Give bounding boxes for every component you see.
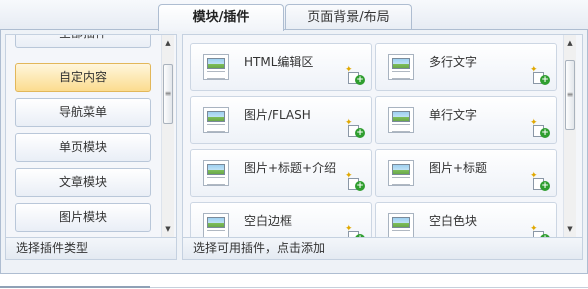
plugin-card[interactable]: 单行文字 ✦ +: [375, 96, 557, 144]
scroll-down-arrow-icon[interactable]: ▼: [162, 223, 174, 235]
add-plugin-icon[interactable]: ✦+: [530, 225, 550, 237]
plugin-panel-hint: 选择可用插件，点击添加: [183, 237, 582, 259]
category-scrollbar[interactable]: ▲ ≡ ▼: [161, 35, 174, 237]
add-plugin-icon[interactable]: ✦+: [345, 172, 365, 191]
scroll-down-arrow-icon[interactable]: ▼: [564, 223, 576, 235]
category-list: 全部插件 自定内容 导航菜单 单页模块 文章模块 图片模块: [6, 35, 161, 237]
plugin-name: HTML编辑区: [244, 55, 314, 69]
add-plugin-icon[interactable]: ✦+: [530, 172, 550, 191]
plugin-name: 图片/FLASH: [244, 108, 311, 122]
add-plugin-icon[interactable]: ✦+: [530, 66, 550, 85]
plugin-name: 空白色块: [429, 214, 478, 228]
scroll-up-arrow-icon[interactable]: ▲: [162, 37, 174, 49]
plugin-grid: HTML编辑区 ✦ + 多行文字 ✦ + 图片/FLASH ✦ + 单行文字 ✦ + 图…: [183, 35, 563, 237]
image-text-icon: [203, 54, 229, 80]
plugin-card[interactable]: 空白色块 ✦+: [375, 202, 557, 237]
tab-page-background-layout[interactable]: 页面背景/布局: [285, 4, 412, 30]
image-text-icon: [203, 160, 229, 186]
image-text-icon: [388, 213, 414, 237]
plugin-card[interactable]: 空白边框 ✦+: [190, 202, 372, 237]
category-scroll-thumb[interactable]: ≡: [163, 64, 173, 124]
image-text-icon: [388, 160, 414, 186]
plugin-card[interactable]: 图片+标题 ✦ +: [375, 149, 557, 197]
plugin-scrollbar[interactable]: ▲ ≡ ▼: [563, 35, 576, 237]
image-text-icon: [388, 54, 414, 80]
add-plugin-icon[interactable]: ✦+: [345, 119, 365, 138]
plugin-card[interactable]: HTML编辑区 ✦ +: [190, 43, 372, 91]
image-text-icon: [388, 107, 414, 133]
category-item-custom-content[interactable]: 自定内容: [15, 63, 151, 92]
tab-modules-plugins[interactable]: 模块/插件: [158, 4, 284, 31]
plugin-scroll-thumb[interactable]: ≡: [565, 60, 575, 130]
plugin-name: 单行文字: [429, 108, 478, 122]
category-item-single-page[interactable]: 单页模块: [15, 133, 151, 162]
plugin-name: 多行文字: [429, 55, 478, 69]
category-item-all-plugins[interactable]: 全部插件: [15, 35, 151, 48]
plugin-card[interactable]: 图片+标题+介绍 ✦ +: [190, 149, 372, 197]
category-item-image[interactable]: 图片模块: [15, 203, 151, 232]
plugin-panel: HTML编辑区 ✦ + 多行文字 ✦ + 图片/FLASH ✦ + 单行文字 ✦ + 图…: [182, 34, 583, 260]
category-panel: 全部插件 自定内容 导航菜单 单页模块 文章模块 图片模块 ▲ ≡ ▼ 选择插件…: [5, 34, 177, 260]
category-item-navigation-menu[interactable]: 导航菜单: [15, 98, 151, 127]
plugin-card[interactable]: 图片/FLASH ✦ +: [190, 96, 372, 144]
category-item-article[interactable]: 文章模块: [15, 168, 151, 197]
plugin-name: 图片+标题: [429, 161, 488, 175]
add-plugin-icon[interactable]: ✦+: [530, 119, 550, 138]
tab-bar: 模块/插件 页面背景/布局: [0, 0, 588, 31]
add-plugin-icon[interactable]: ✦+: [345, 225, 365, 237]
bottom-divider: [0, 274, 588, 289]
plugin-name: 图片+标题+介绍: [244, 161, 337, 175]
category-panel-hint: 选择插件类型: [6, 237, 176, 259]
plugin-name: 空白边框: [244, 214, 293, 228]
add-plugin-icon[interactable]: ✦+: [345, 66, 365, 85]
plugin-card[interactable]: 多行文字 ✦ +: [375, 43, 557, 91]
image-text-icon: [203, 213, 229, 237]
scroll-up-arrow-icon[interactable]: ▲: [564, 37, 576, 49]
image-text-icon: [203, 107, 229, 133]
